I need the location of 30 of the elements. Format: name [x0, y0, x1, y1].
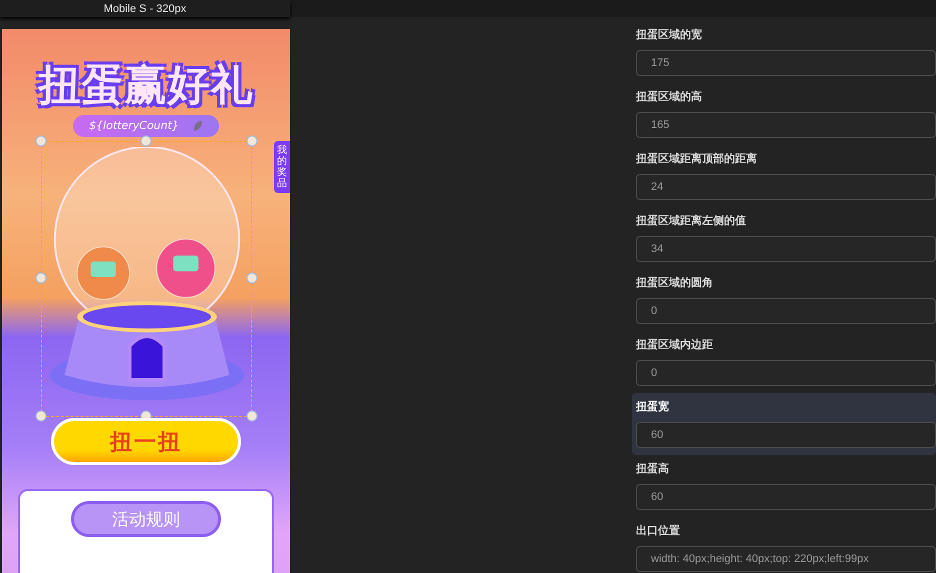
- setting-label: 扭蛋区域的圆角: [636, 276, 714, 290]
- setting-label: 扭蛋区域距离顶部的距离: [636, 152, 758, 166]
- setting-label: 扭蛋宽: [636, 400, 670, 414]
- device-size-tab[interactable]: Mobile S - 320px: [0, 0, 290, 17]
- setting-input[interactable]: 24: [636, 174, 936, 200]
- setting-input[interactable]: 60: [636, 422, 936, 448]
- setting-input[interactable]: 0: [636, 360, 936, 386]
- setting-label: 扭蛋区域距离左侧的值: [636, 214, 747, 228]
- resize-handle[interactable]: [35, 410, 46, 422]
- setting-input[interactable]: 165: [636, 112, 936, 138]
- setting-input[interactable]: 34: [636, 236, 936, 262]
- setting-label: 扭蛋区域内边距: [636, 338, 714, 352]
- setting-label: 扭蛋高: [636, 462, 670, 476]
- setting-input[interactable]: 60: [636, 484, 936, 510]
- resize-handle[interactable]: [246, 410, 257, 422]
- resize-handle[interactable]: [246, 135, 257, 146]
- setting-label: 出口位置: [636, 524, 681, 538]
- lottery-count-pill: ${lotteryCount}: [73, 115, 219, 137]
- leaf-icon: [192, 120, 203, 132]
- setting-label: 扭蛋区域的高: [636, 90, 703, 104]
- resize-handle[interactable]: [35, 272, 46, 284]
- resize-handle[interactable]: [35, 135, 46, 146]
- setting-label: 扭蛋区域的宽: [636, 28, 703, 42]
- setting-input[interactable]: 0: [636, 298, 936, 324]
- setting-input[interactable]: width: 40px;height: 40px;top: 220px;left:99px: [636, 546, 936, 572]
- resize-handle[interactable]: [246, 272, 257, 284]
- setting-input[interactable]: 175: [636, 50, 936, 76]
- spin-button[interactable]: 扭一扭: [51, 418, 241, 466]
- banner-title: 扭蛋赢好礼: [38, 59, 254, 111]
- my-prizes-tab[interactable]: 我的奖品: [274, 141, 290, 193]
